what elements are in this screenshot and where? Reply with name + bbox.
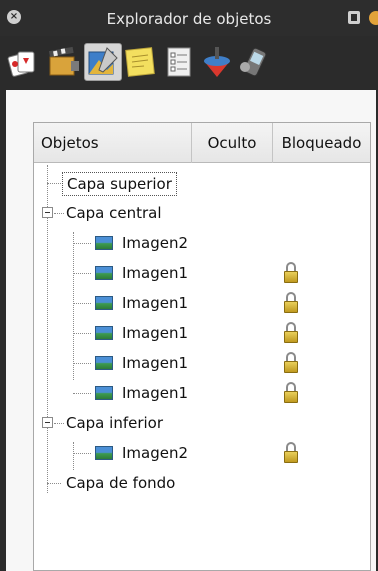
lock-icon[interactable]: [284, 262, 298, 284]
tree-connector: [73, 273, 91, 274]
tree-connector: [47, 483, 61, 484]
lock-icon[interactable]: [284, 442, 298, 464]
tree-connector: [73, 303, 91, 304]
image-icon: [95, 386, 113, 400]
object-tree: Objetos Oculto Bloqueado Capa superior C…: [33, 122, 371, 571]
object-panel: Objetos Oculto Bloqueado Capa superior C…: [6, 90, 376, 571]
tree-connector: [73, 333, 91, 334]
image-icon: [95, 296, 113, 310]
collapse-icon[interactable]: [42, 417, 53, 428]
tree-row-image[interactable]: Imagen1: [34, 258, 370, 288]
tool-clapperboard[interactable]: [45, 43, 83, 81]
tree-connector: [54, 213, 64, 214]
column-header-hidden[interactable]: Oculto: [192, 123, 273, 163]
tree-connector: [47, 183, 61, 184]
tree-row-layer[interactable]: Capa inferior: [34, 408, 370, 438]
tool-cards[interactable]: [6, 43, 44, 81]
image-label: Imagen2: [122, 234, 189, 252]
toolbar: [0, 36, 378, 90]
tool-spinning-top[interactable]: [198, 43, 236, 81]
checklist-icon: [167, 47, 191, 77]
tool-image-editor[interactable]: [84, 43, 122, 81]
image-icon: [95, 326, 113, 340]
image-label: Imagen1: [122, 294, 189, 312]
tree-row-image[interactable]: Imagen2: [34, 438, 370, 468]
lock-icon[interactable]: [284, 292, 298, 314]
image-label: Imagen1: [122, 384, 189, 402]
tree-row-layer[interactable]: Capa central: [34, 198, 370, 228]
image-icon: [95, 266, 113, 280]
clapperboard-icon: [48, 46, 79, 76]
image-label: Imagen1: [122, 264, 189, 282]
dock-icon[interactable]: [348, 11, 360, 24]
tool-sticky-note[interactable]: [122, 43, 160, 81]
column-header-objects[interactable]: Objetos: [34, 123, 192, 163]
column-header-locked[interactable]: Bloqueado: [273, 123, 370, 163]
tree-connector: [73, 393, 91, 394]
cards-icon: [7, 51, 35, 77]
tree-connector: [73, 363, 91, 364]
image-icon: [95, 236, 113, 250]
collapse-icon[interactable]: [42, 207, 53, 218]
image-label: Imagen1: [122, 324, 189, 342]
image-label: Imagen2: [122, 444, 189, 462]
tool-checklist[interactable]: [160, 43, 198, 81]
image-editor-icon: [88, 47, 118, 75]
tree-connector: [73, 453, 91, 454]
window-title: Explorador de objetos: [106, 10, 272, 28]
tree-row-layer[interactable]: Capa de fondo: [34, 468, 370, 498]
object-explorer-window: × Explorador de objetos Objetos Oculto B…: [0, 0, 378, 571]
tree-header: Objetos Oculto Bloqueado: [34, 123, 370, 163]
spinning-top-icon: [204, 47, 230, 77]
tree-row-layer[interactable]: Capa superior: [34, 168, 370, 198]
tree-row-image[interactable]: Imagen1: [34, 348, 370, 378]
layer-label: Capa inferior: [66, 414, 164, 432]
options-icon[interactable]: [369, 11, 378, 25]
image-icon: [95, 356, 113, 370]
lock-icon[interactable]: [284, 352, 298, 374]
tree-row-image[interactable]: Imagen2: [34, 228, 370, 258]
lock-icon[interactable]: [284, 322, 298, 344]
tree-connector: [54, 423, 64, 424]
lock-icon[interactable]: [284, 382, 298, 404]
tool-mobile-device[interactable]: [236, 43, 274, 81]
tree-connector: [73, 243, 91, 244]
sticky-note-icon: [125, 47, 155, 77]
title-bar: × Explorador de objetos: [0, 0, 378, 36]
layer-label: Capa de fondo: [66, 474, 176, 492]
mobile-device-icon: [240, 47, 267, 77]
tree-row-image[interactable]: Imagen1: [34, 318, 370, 348]
image-icon: [95, 446, 113, 460]
image-label: Imagen1: [122, 354, 189, 372]
tree-row-image[interactable]: Imagen1: [34, 378, 370, 408]
layer-label: Capa central: [66, 204, 162, 222]
tree-row-image[interactable]: Imagen1: [34, 288, 370, 318]
layer-label: Capa superior: [62, 172, 177, 196]
